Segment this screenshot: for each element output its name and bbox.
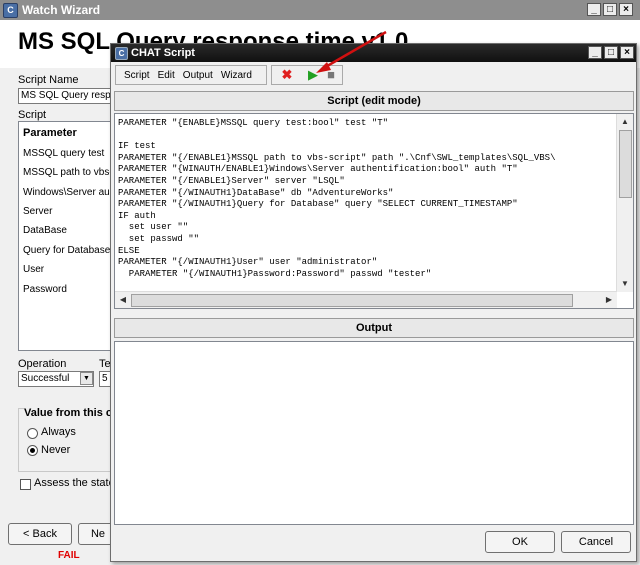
annotation-arrow: [316, 30, 387, 73]
